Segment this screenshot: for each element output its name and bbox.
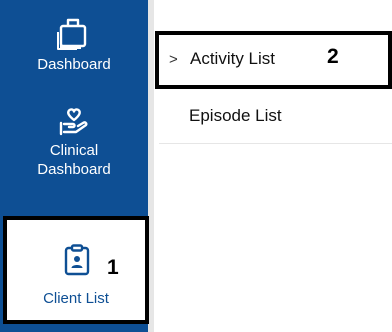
sidebar-item-dashboard[interactable]: Dashboard (0, 14, 148, 74)
sidebar-item-label: Client List (43, 290, 109, 307)
submenu-item-activity-list[interactable]: > Activity List 2 (155, 31, 392, 89)
sidebar-footer-strip (0, 324, 148, 332)
sidebar-item-label: Clinical Dashboard (37, 142, 111, 178)
chevron-right-icon: > (169, 51, 178, 68)
hand-heart-icon (57, 106, 91, 136)
submenu-item-episode-list[interactable]: Episode List (189, 106, 282, 126)
briefcase-icon (57, 14, 91, 50)
sidebar-item-label: Dashboard (37, 56, 111, 73)
annotation-number: 1 (107, 256, 119, 279)
sidebar-item-client-list[interactable]: 1 Client List (3, 216, 149, 324)
submenu-item-label: Activity List (190, 49, 276, 68)
sidebar-item-clinical-dashboard[interactable]: Clinical Dashboard (0, 106, 148, 179)
clipboard-user-icon (64, 244, 90, 281)
annotation-number: 2 (327, 45, 339, 68)
submenu-panel: > Activity List 2 Episode List (155, 0, 392, 332)
divider (159, 143, 392, 144)
